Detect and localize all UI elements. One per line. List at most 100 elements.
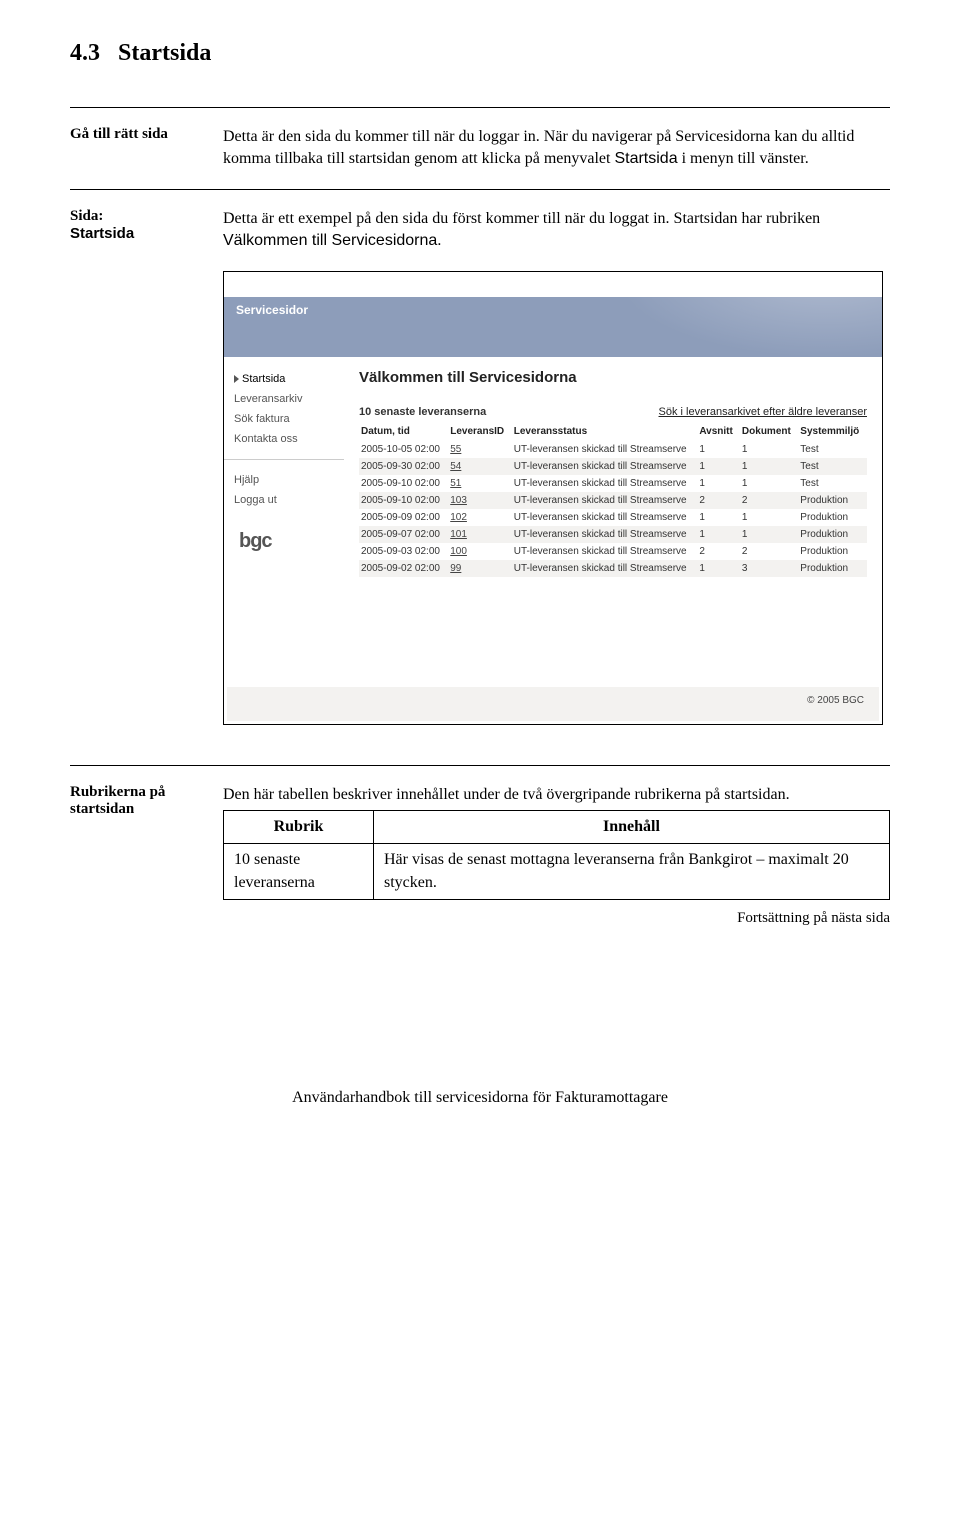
label-line: startsidan [70, 801, 134, 817]
cell-avsnitt: 1 [697, 509, 740, 526]
table-row: 2005-09-02 02:0099UT-leveransen skickad … [359, 560, 867, 577]
term: Startsida [614, 150, 677, 167]
cell-miljo: Produktion [798, 560, 867, 577]
cell-leveransid-link[interactable]: 54 [448, 458, 512, 475]
sidebar-item-leveransarkiv[interactable]: Leveransarkiv [224, 389, 344, 409]
cell-leveransid-link[interactable]: 102 [448, 509, 512, 526]
cell-avsnitt: 1 [697, 441, 740, 458]
bgc-logo: bgc [224, 510, 344, 573]
sidebar-item-startsida[interactable]: Startsida [224, 369, 344, 389]
cell-datum: 2005-09-30 02:00 [359, 458, 448, 475]
cell-dokument: 3 [740, 560, 798, 577]
cell-datum: 2005-09-10 02:00 [359, 492, 448, 509]
label-line: Startsida [70, 225, 134, 242]
table-row: 2005-09-10 02:00103UT-leveransen skickad… [359, 492, 867, 509]
cell-datum: 2005-09-10 02:00 [359, 475, 448, 492]
cell-dokument: 1 [740, 509, 798, 526]
block-label: Rubrikerna på startsidan [70, 784, 205, 930]
section-number: 4.3 [70, 40, 100, 66]
section-heading: 4.3 Startsida [70, 40, 890, 67]
term: Välkommen till Servicesidorna [223, 232, 437, 249]
sidebar-item-sok-faktura[interactable]: Sök faktura [224, 409, 344, 429]
col-datum: Datum, tid [359, 422, 448, 441]
block-label: Sida: Startsida [70, 208, 205, 253]
cell-dokument: 1 [740, 526, 798, 543]
cell-leveransid-link[interactable]: 55 [448, 441, 512, 458]
page-footer: Användarhandbok till servicesidorna för … [70, 1089, 890, 1107]
divider [70, 107, 890, 108]
subtitle: 10 senaste leveranserna [359, 406, 486, 418]
col-leveransid: LeveransID [448, 422, 512, 441]
cell-miljo: Produktion [798, 526, 867, 543]
cell-status: UT-leveransen skickad till Streamserve [512, 560, 698, 577]
cell-datum: 2005-10-05 02:00 [359, 441, 448, 458]
cell-miljo: Produktion [798, 509, 867, 526]
divider [70, 189, 890, 190]
cell-rubrik: 10 senaste leveranserna [224, 844, 374, 900]
header-rubrik: Rubrik [224, 810, 374, 843]
cell-leveransid-link[interactable]: 100 [448, 543, 512, 560]
table-row: 2005-09-03 02:00100UT-leveransen skickad… [359, 543, 867, 560]
cell-miljo: Test [798, 441, 867, 458]
cell-miljo: Produktion [798, 492, 867, 509]
cell-datum: 2005-09-03 02:00 [359, 543, 448, 560]
block-content: Detta är ett exempel på den sida du förs… [223, 208, 890, 253]
paragraph-text: Den här tabellen beskriver innehållet un… [223, 784, 890, 806]
cell-leveransid-link[interactable]: 101 [448, 526, 512, 543]
label-line: Rubrikerna på [70, 784, 165, 800]
col-avsnitt: Avsnitt [697, 422, 740, 441]
cell-status: UT-leveransen skickad till Streamserve [512, 475, 698, 492]
cell-innehall: Här visas de senast mottagna leveransern… [374, 844, 890, 900]
cell-datum: 2005-09-07 02:00 [359, 526, 448, 543]
cell-dokument: 2 [740, 543, 798, 560]
header-innehall: Innehåll [374, 810, 890, 843]
table-row: 2005-09-09 02:00102UT-leveransen skickad… [359, 509, 867, 526]
sidebar-item-logga-ut[interactable]: Logga ut [224, 490, 344, 510]
main-heading: Välkommen till Servicesidorna [359, 369, 867, 386]
table-row: 2005-09-30 02:0054UT-leveransen skickad … [359, 458, 867, 475]
banner-decoration [602, 297, 882, 357]
continuation-note: Fortsättning på nästa sida [223, 908, 890, 929]
cell-miljo: Test [798, 458, 867, 475]
deliveries-table: Datum, tid LeveransID Leveransstatus Avs… [359, 422, 867, 577]
cell-line: 10 senaste [234, 851, 300, 868]
copyright: © 2005 BGC [227, 687, 879, 721]
col-status: Leveransstatus [512, 422, 698, 441]
cell-status: UT-leveransen skickad till Streamserve [512, 441, 698, 458]
cell-line: leveranserna [234, 874, 315, 891]
cell-avsnitt: 1 [697, 560, 740, 577]
cell-miljo: Test [798, 475, 867, 492]
cell-dokument: 2 [740, 492, 798, 509]
table-row: 2005-10-05 02:0055UT-leveransen skickad … [359, 441, 867, 458]
col-systemmiljo: Systemmiljö [798, 422, 867, 441]
embedded-screenshot: Servicesidor Startsida Leveransarkiv Sök… [223, 271, 883, 725]
caret-icon [234, 375, 239, 383]
top-bar [224, 272, 882, 297]
cell-datum: 2005-09-02 02:00 [359, 560, 448, 577]
rubrik-table: Rubrik Innehåll 10 senaste leveranserna … [223, 810, 890, 900]
cell-dokument: 1 [740, 458, 798, 475]
col-dokument: Dokument [740, 422, 798, 441]
label-line: Sida: [70, 208, 103, 224]
sidebar: Startsida Leveransarkiv Sök faktura Kont… [224, 357, 344, 687]
sidebar-item-kontakta[interactable]: Kontakta oss [224, 429, 344, 449]
cell-avsnitt: 1 [697, 526, 740, 543]
search-archive-link[interactable]: Sök i leveransarkivet efter äldre levera… [659, 406, 867, 418]
banner-title: Servicesidor [236, 303, 308, 317]
sidebar-item-hjalp[interactable]: Hjälp [224, 470, 344, 490]
cell-miljo: Produktion [798, 543, 867, 560]
cell-leveransid-link[interactable]: 103 [448, 492, 512, 509]
table-row: 2005-09-07 02:00101UT-leveransen skickad… [359, 526, 867, 543]
cell-status: UT-leveransen skickad till Streamserve [512, 492, 698, 509]
cell-leveransid-link[interactable]: 51 [448, 475, 512, 492]
sidebar-divider [224, 459, 344, 460]
table-header-row: Datum, tid LeveransID Leveransstatus Avs… [359, 422, 867, 441]
cell-dokument: 1 [740, 475, 798, 492]
cell-datum: 2005-09-09 02:00 [359, 509, 448, 526]
cell-leveransid-link[interactable]: 99 [448, 560, 512, 577]
block-content: Den här tabellen beskriver innehållet un… [223, 784, 890, 930]
cell-status: UT-leveransen skickad till Streamserve [512, 509, 698, 526]
cell-avsnitt: 1 [697, 475, 740, 492]
block-content: Detta är den sida du kommer till när du … [223, 126, 890, 171]
table-row: 2005-09-10 02:0051UT-leveransen skickad … [359, 475, 867, 492]
